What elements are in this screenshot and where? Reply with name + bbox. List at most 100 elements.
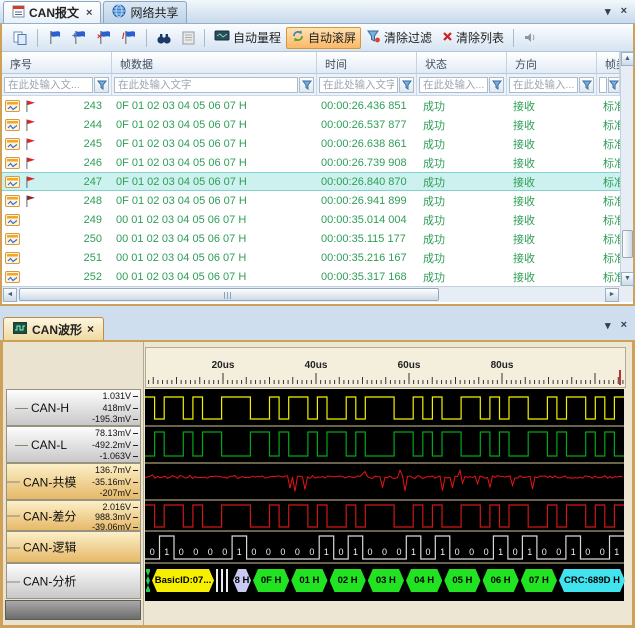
add-flag-button[interactable]: + — [67, 27, 92, 49]
auto-scroll-label: 自动滚屏 — [308, 29, 356, 46]
tab-can-waveform[interactable]: CAN波形 × — [3, 317, 104, 340]
table-row[interactable]: 2430F 01 02 03 04 05 06 07 H00:00:26.436… — [2, 96, 620, 115]
list-button[interactable] — [177, 27, 200, 49]
panel-menu-icon[interactable]: ▾ — [605, 5, 611, 18]
table-body: 2430F 01 02 03 04 05 06 07 H00:00:26.436… — [2, 96, 620, 286]
frame-status: 成功 — [417, 174, 507, 190]
frame-time: 00:00:35.014 004 — [317, 214, 417, 226]
clear-list-button[interactable]: 清除列表 — [437, 27, 509, 49]
copy-button[interactable] — [7, 27, 33, 49]
table-row[interactable]: 2450F 01 02 03 04 05 06 07 H00:00:26.638… — [2, 134, 620, 153]
table-row[interactable]: 25000 01 02 03 04 05 06 07 H00:00:35.115… — [2, 229, 620, 248]
svg-text:1: 1 — [411, 547, 416, 557]
frame-window-icon — [5, 271, 20, 283]
tab-close-icon[interactable]: × — [86, 7, 92, 19]
filter-input[interactable] — [114, 77, 298, 93]
auto-scroll-button[interactable]: 自动滚屏 — [286, 27, 361, 49]
svg-text:0: 0 — [556, 547, 561, 557]
channel-row-2[interactable]: CAN-L78.13mV-492.2mV-1.063V — [6, 426, 141, 463]
clear-list-label: 清除列表 — [456, 29, 504, 46]
channel-row-6[interactable]: CAN-分析 — [6, 563, 141, 599]
table-row[interactable]: 25200 01 02 03 04 05 06 07 H00:00:35.317… — [2, 267, 620, 286]
flag-button[interactable] — [42, 27, 67, 49]
horizontal-scrollbar[interactable]: ◄ ► — [2, 286, 620, 302]
filter-cell — [597, 74, 620, 96]
frame-data: 00 01 02 03 04 05 06 07 H — [112, 233, 317, 245]
remove-flag-button[interactable]: × — [92, 27, 117, 49]
red-x-icon — [442, 31, 453, 45]
vertical-scroll-thumb[interactable] — [622, 230, 633, 258]
column-header-data[interactable]: 帧数据 — [112, 52, 317, 74]
auto-range-button[interactable]: 自动量程 — [209, 27, 286, 49]
panel-menu-icon[interactable]: ▾ — [605, 319, 611, 332]
table-row[interactable]: 25100 01 02 03 04 05 06 07 H00:00:35.216… — [2, 248, 620, 267]
scroll-right-button[interactable]: ► — [605, 288, 619, 302]
filter-funnel-icon[interactable] — [299, 77, 314, 93]
frame-direction: 接收 — [507, 269, 597, 285]
table-row[interactable]: 2440F 01 02 03 04 05 06 07 H00:00:26.537… — [2, 115, 620, 134]
sound-button[interactable] — [518, 27, 542, 49]
auto-range-label: 自动量程 — [233, 29, 281, 46]
panel-close-icon[interactable]: × — [621, 319, 627, 332]
frame-status: 成功 — [417, 155, 507, 171]
frame-window-icon — [5, 214, 20, 226]
svg-text:0: 0 — [266, 547, 271, 557]
column-header-frametype[interactable]: 帧类型 — [597, 52, 620, 74]
table-row[interactable]: 2460F 01 02 03 04 05 06 07 H00:00:26.739… — [2, 153, 620, 172]
scroll-up-button[interactable]: ▲ — [621, 52, 634, 66]
filter-funnel-icon[interactable] — [94, 77, 109, 93]
channel-row-5[interactable]: CAN-逻辑 — [6, 531, 141, 563]
filter-input[interactable] — [509, 77, 578, 93]
search-button[interactable] — [151, 27, 177, 49]
filter-input[interactable] — [4, 77, 93, 93]
analysis-segment-data: 0F H — [253, 569, 289, 592]
svg-text:1: 1 — [164, 547, 169, 557]
tab-close-icon[interactable]: × — [87, 322, 94, 336]
column-header-time[interactable]: 时间 — [317, 52, 417, 74]
sequence-number: 249 — [38, 214, 112, 226]
svg-text:0: 0 — [280, 547, 285, 557]
channel-scale-values: 136.7mV-35.16mV-207mV — [92, 465, 138, 498]
svg-text:0: 0 — [455, 547, 460, 557]
filter-cell — [2, 74, 112, 96]
refresh-icon — [291, 29, 305, 46]
column-header-seq[interactable]: 序号 — [2, 52, 112, 74]
frame-type: 标准帧 — [597, 269, 620, 285]
filter-input[interactable] — [319, 77, 398, 93]
scroll-down-button[interactable]: ▼ — [621, 272, 634, 286]
table-row[interactable]: 2480F 01 02 03 04 05 06 07 H00:00:26.941… — [2, 191, 620, 210]
filter-funnel-icon[interactable] — [399, 77, 414, 93]
svg-text:0: 0 — [295, 547, 300, 557]
scale-value: -1.063V — [92, 451, 138, 461]
scroll-left-button[interactable]: ◄ — [3, 288, 17, 302]
scale-value: -492.2mV — [92, 440, 138, 450]
panel-close-icon[interactable]: × — [621, 5, 627, 18]
filter-funnel-icon[interactable] — [579, 77, 594, 93]
frame-data: 00 01 02 03 04 05 06 07 H — [112, 252, 317, 264]
channel-row-1[interactable]: CAN-H1.031V418mV-195.3mV — [6, 389, 141, 426]
scale-value: 136.7mV — [92, 465, 138, 475]
filter-funnel-icon[interactable] — [608, 77, 620, 93]
clear-filter-button[interactable]: 清除过滤 — [361, 27, 437, 49]
channel-row-3[interactable]: CAN-共模136.7mV-35.16mV-207mV — [6, 463, 141, 500]
svg-text:0: 0 — [309, 547, 314, 557]
filter-funnel-icon[interactable] — [489, 77, 504, 93]
horizontal-scroll-thumb[interactable] — [19, 288, 439, 301]
report-icon — [12, 5, 25, 21]
filter-input[interactable] — [599, 77, 607, 93]
tab-network-share[interactable]: 网络共享 — [103, 1, 187, 23]
column-header-direction[interactable]: 方向 — [507, 52, 597, 74]
svg-text:1: 1 — [237, 547, 242, 557]
clear-flags-button[interactable]: / — [117, 27, 142, 49]
tab-can-messages[interactable]: CAN报文 × — [3, 1, 101, 23]
vertical-scrollbar[interactable]: ▲ ▼ — [620, 52, 633, 286]
filter-input[interactable] — [419, 77, 488, 93]
channel-label: CAN-逻辑 — [23, 539, 76, 556]
svg-text:0: 0 — [600, 547, 605, 557]
channel-row-4[interactable]: CAN-差分2.016V988.3mV-39.06mV — [6, 500, 141, 531]
column-header-status[interactable]: 状态 — [417, 52, 507, 74]
table-row[interactable]: 2470F 01 02 03 04 05 06 07 H00:00:26.840… — [2, 172, 620, 191]
bookmark-flag-icon — [24, 194, 38, 208]
svg-text:/: / — [122, 31, 125, 41]
table-row[interactable]: 24900 01 02 03 04 05 06 07 H00:00:35.014… — [2, 210, 620, 229]
